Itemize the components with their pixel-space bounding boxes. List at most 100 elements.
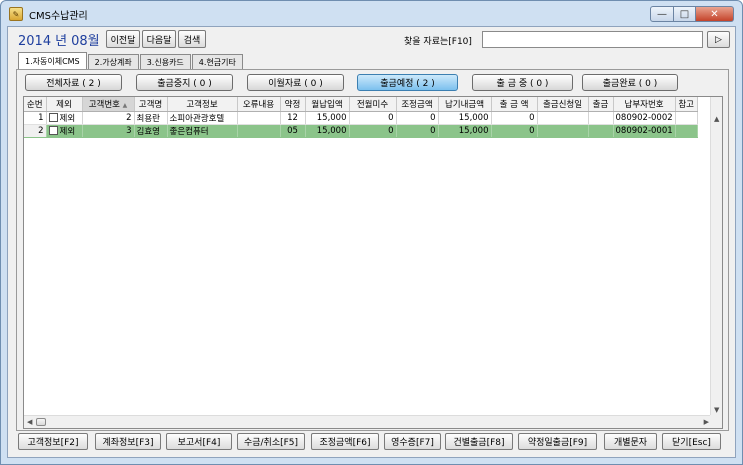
cell-payer-no: 080902-0001 <box>613 124 676 138</box>
scroll-corner <box>710 415 722 428</box>
period-month: 08월 <box>71 34 100 49</box>
col-header-error[interactable]: 오류내용 <box>237 97 281 112</box>
col-header-withdraw[interactable]: 출금 <box>588 97 614 112</box>
window-title: CMS수납관리 <box>29 10 88 22</box>
minimize-button[interactable]: — <box>650 6 674 22</box>
filter-all-button[interactable]: 전체자료 ( 2 ) <box>25 74 122 91</box>
prev-month-button[interactable]: 이전달 <box>106 30 140 48</box>
close-esc-button[interactable]: 닫기[Esc] <box>662 433 721 450</box>
search-go-button[interactable]: ▷ <box>707 31 730 48</box>
cell-prev-unpaid: 0 <box>349 124 397 138</box>
col-header-customer-no-label: 고객번호 <box>88 99 120 110</box>
cell-withdraw-amount: 0 <box>491 111 538 125</box>
cell-prev-unpaid: 0 <box>349 111 397 125</box>
customer-info-button[interactable]: 고객정보[F2] <box>18 433 88 450</box>
cell-withdraw <box>588 124 614 138</box>
cell-monthly: 15,000 <box>305 124 350 138</box>
col-header-withdraw-date[interactable]: 출금신청일 <box>537 97 589 112</box>
adjust-amount-button[interactable]: 조정금액[F6] <box>311 433 379 450</box>
filter-completed-button[interactable]: 출금완료 ( 0 ) <box>582 74 678 91</box>
tab-panel: 전체자료 ( 2 ) 출금중지 ( 0 ) 이월자료 ( 0 ) 출금예정 ( … <box>16 69 729 431</box>
contract-date-withdraw-button[interactable]: 약정일출금[F9] <box>518 433 597 450</box>
horizontal-scroll-thumb[interactable] <box>36 418 46 426</box>
cell-payer-no: 080902-0002 <box>613 111 676 125</box>
cell-due-amount: 15,000 <box>438 124 492 138</box>
maximize-button[interactable]: □ <box>674 6 696 22</box>
col-header-note[interactable]: 참고 <box>675 97 698 112</box>
filter-in-progress-button[interactable]: 출 금 중 ( 0 ) <box>472 74 573 91</box>
cell-seq: 2 <box>24 124 47 138</box>
report-button[interactable]: 보고서[F4] <box>166 433 232 450</box>
col-header-withdraw-amount[interactable]: 출 금 액 <box>491 97 538 112</box>
col-header-contract[interactable]: 약정 <box>280 97 306 112</box>
next-month-button[interactable]: 다음달 <box>142 30 176 48</box>
filter-scheduled-button[interactable]: 출금예정 ( 2 ) <box>357 74 458 91</box>
exclude-label: 제외 <box>59 113 76 124</box>
col-header-exclude[interactable]: 제외 <box>46 97 83 112</box>
vertical-scrollbar[interactable]: ▲ ▼ <box>710 97 722 416</box>
cell-due-amount: 15,000 <box>438 111 492 125</box>
close-button[interactable]: ✕ <box>696 6 734 22</box>
cell-adjust: 0 <box>396 111 439 125</box>
cell-error <box>237 124 281 138</box>
tab-credit-card[interactable]: 3.신용카드 <box>139 54 191 69</box>
cell-error <box>237 111 281 125</box>
filter-stopped-button[interactable]: 출금중지 ( 0 ) <box>136 74 233 91</box>
data-grid: 순번 제외 고객번호 ▲ 고객명 고객정보 오류내용 약정 월납입액 전월미수 … <box>23 96 723 429</box>
table-row[interactable]: 2 제외 3 김효영 좋은컴퓨터 05 15,000 0 0 15,000 0 <box>24 124 698 138</box>
search-input[interactable] <box>482 31 703 48</box>
cell-withdraw <box>588 111 614 125</box>
content-area: 2014 년 08월 이전달 다음달 검색 찾을 자료는[F10] ▷ 1.자동… <box>7 26 736 458</box>
window-controls: — □ ✕ <box>650 6 734 22</box>
cell-withdraw-amount: 0 <box>491 124 538 138</box>
cell-note <box>675 124 698 138</box>
title-bar[interactable]: ✎ CMS수납관리 — □ ✕ <box>1 1 742 27</box>
table-row[interactable]: 1 제외 2 최용란 소피아관광호텔 12 15,000 0 0 15,000 … <box>24 111 698 125</box>
col-header-customer-no[interactable]: 고객번호 ▲ <box>82 97 135 112</box>
cell-name: 김효영 <box>134 124 168 138</box>
search-period-button[interactable]: 검색 <box>178 30 206 48</box>
col-header-payer-no[interactable]: 납부자번호 <box>613 97 676 112</box>
main-window: ✎ CMS수납관리 — □ ✕ 2014 년 08월 이전달 다음달 검색 찾을… <box>0 0 743 465</box>
exclude-checkbox[interactable] <box>48 125 58 135</box>
col-header-monthly[interactable]: 월납입액 <box>305 97 350 112</box>
period-display: 2014 년 08월 <box>18 30 104 49</box>
cell-exclude[interactable]: 제외 <box>46 124 83 138</box>
cell-contract: 05 <box>280 124 306 138</box>
folder-pencil-icon: ✎ <box>9 7 23 21</box>
period-year-suffix: 년 <box>55 34 68 49</box>
receipt-button[interactable]: 영수증[F7] <box>384 433 441 450</box>
horizontal-scrollbar[interactable]: ◀ ▶ <box>24 415 712 428</box>
filter-carryover-button[interactable]: 이월자료 ( 0 ) <box>247 74 344 91</box>
col-header-prev-unpaid[interactable]: 전월미수 <box>349 97 397 112</box>
col-header-name[interactable]: 고객명 <box>134 97 168 112</box>
customer-table: 순번 제외 고객번호 ▲ 고객명 고객정보 오류내용 약정 월납입액 전월미수 … <box>24 97 698 138</box>
col-header-seq[interactable]: 순번 <box>24 97 47 112</box>
individual-sms-button[interactable]: 개별문자 <box>604 433 657 450</box>
cell-exclude[interactable]: 제외 <box>46 111 83 125</box>
period-year: 2014 <box>18 34 52 49</box>
account-info-button[interactable]: 계좌정보[F3] <box>95 433 161 450</box>
tab-auto-transfer-cms[interactable]: 1.자동이체CMS <box>18 52 87 69</box>
collect-cancel-button[interactable]: 수금/취소[F5] <box>237 433 305 450</box>
scroll-up-arrow-icon[interactable]: ▲ <box>714 115 719 123</box>
scroll-left-arrow-icon[interactable]: ◀ <box>27 418 32 426</box>
cell-note <box>675 111 698 125</box>
cell-contract: 12 <box>280 111 306 125</box>
col-header-info[interactable]: 고객정보 <box>167 97 238 112</box>
individual-withdraw-button[interactable]: 건별출금[F8] <box>445 433 513 450</box>
scroll-down-arrow-icon[interactable]: ▼ <box>714 406 719 414</box>
exclude-checkbox[interactable] <box>48 112 58 122</box>
col-header-adjust[interactable]: 조정금액 <box>396 97 439 112</box>
cell-adjust: 0 <box>396 124 439 138</box>
tab-virtual-account[interactable]: 2.가상계좌 <box>87 54 139 69</box>
cell-name: 최용란 <box>134 111 168 125</box>
cell-info: 소피아관광호텔 <box>167 111 238 125</box>
col-header-due-amount[interactable]: 납기내금액 <box>438 97 492 112</box>
cell-customer-no: 2 <box>82 111 135 125</box>
cell-customer-no: 3 <box>82 124 135 138</box>
cell-info: 좋은컴퓨터 <box>167 124 238 138</box>
cell-withdraw-date <box>537 111 589 125</box>
scroll-right-arrow-icon[interactable]: ▶ <box>704 418 709 426</box>
tab-cash-other[interactable]: 4.현금기타 <box>191 54 243 69</box>
